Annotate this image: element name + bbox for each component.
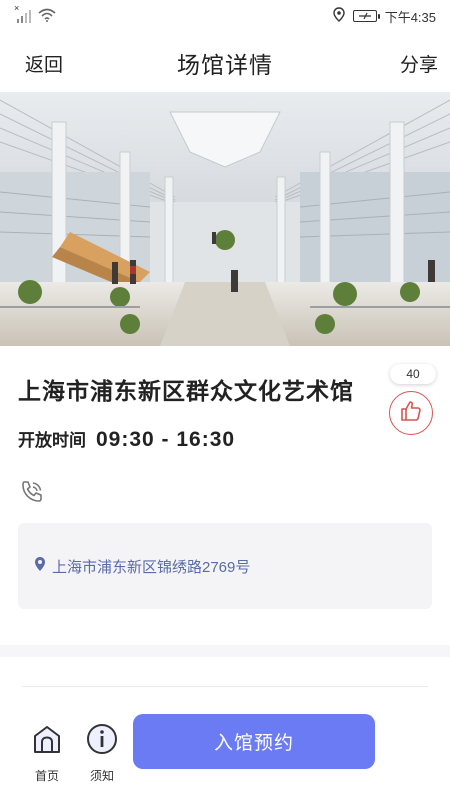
address-card[interactable]: 上海市浦东新区锦绣路2769号 xyxy=(18,523,432,609)
opening-hours: 开放时间 09:30 - 16:30 xyxy=(18,426,235,452)
home-icon xyxy=(30,722,64,761)
tab-notice[interactable]: 须知 xyxy=(82,722,122,784)
venue-hall-photo xyxy=(0,92,450,346)
divider-line xyxy=(22,686,428,687)
section-divider xyxy=(0,645,450,657)
location-icon xyxy=(332,7,345,25)
share-button[interactable]: 分享 xyxy=(400,50,438,77)
status-bar: × 下午4:35 xyxy=(0,0,450,32)
like-count-badge: 40 xyxy=(390,364,436,384)
address-text: 上海市浦东新区锦绣路2769号 xyxy=(52,558,251,576)
wifi-icon xyxy=(38,8,56,25)
thumbs-up-icon xyxy=(399,399,423,428)
hours-value: 09:30 - 16:30 xyxy=(96,428,236,451)
signal-icon: × xyxy=(14,3,32,23)
location-pin-icon xyxy=(34,556,46,577)
tab-home[interactable]: 首页 xyxy=(27,722,67,784)
status-left: × xyxy=(14,3,56,25)
tab-home-label: 首页 xyxy=(34,769,59,783)
status-right: 下午4:35 xyxy=(332,7,436,26)
tab-notice-label: 须知 xyxy=(89,769,114,783)
venue-name: 上海市浦东新区群众文化艺术馆 xyxy=(18,378,354,404)
info-icon xyxy=(85,722,119,761)
hours-label: 开放时间 xyxy=(18,431,86,450)
no-signal-mark: × xyxy=(14,3,20,13)
reserve-button[interactable]: 入馆预约 xyxy=(133,714,375,769)
page-title: 场馆详情 xyxy=(177,52,273,78)
like-button[interactable] xyxy=(389,391,433,435)
battery-icon xyxy=(352,10,380,22)
phone-icon[interactable] xyxy=(18,478,46,506)
status-time: 下午4:35 xyxy=(384,9,436,25)
nav-header: 返回 场馆详情 分享 xyxy=(0,40,450,86)
back-button[interactable]: 返回 xyxy=(25,50,63,77)
